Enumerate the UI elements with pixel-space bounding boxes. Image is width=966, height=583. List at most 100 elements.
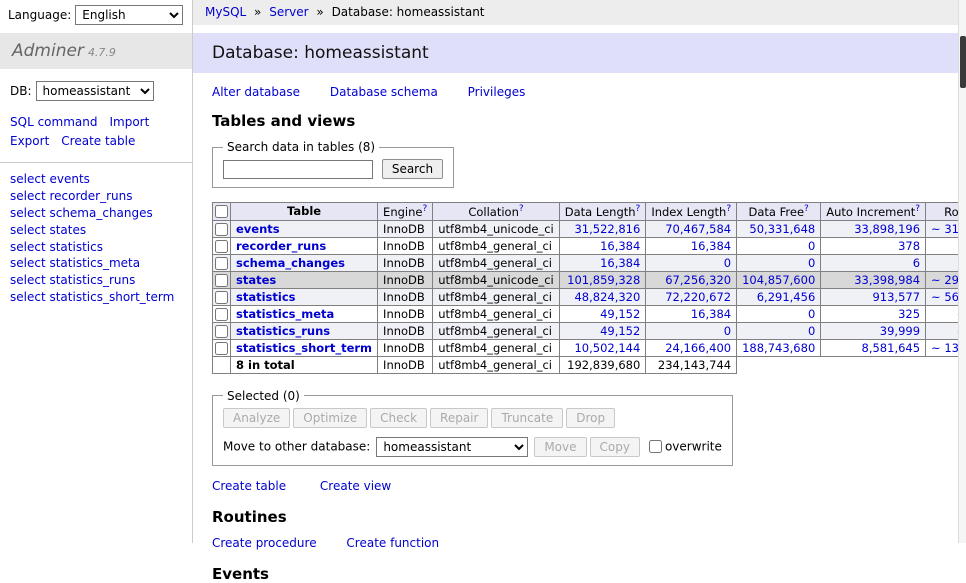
auto-increment-link[interactable]: 8,581,645	[862, 341, 921, 355]
index-length-link[interactable]: 72,220,672	[665, 290, 731, 304]
index-length-link[interactable]: 70,467,584	[665, 222, 731, 236]
overwrite-checkbox[interactable]	[649, 440, 662, 453]
data-free-link[interactable]: 50,331,648	[749, 222, 815, 236]
sidebar-table-link[interactable]: select events	[10, 172, 182, 188]
index-length-link[interactable]: 16,384	[691, 239, 731, 253]
table-name-link[interactable]: statistics_meta	[236, 307, 334, 321]
analyze-button[interactable]: Analyze	[223, 408, 290, 428]
table-name-link[interactable]: states	[236, 273, 276, 287]
table-name-link[interactable]: statistics_runs	[236, 324, 330, 338]
data-length-link[interactable]: 49,152	[600, 324, 640, 338]
auto-increment-link[interactable]: 6	[913, 256, 920, 270]
data-length-link[interactable]: 48,824,320	[574, 290, 640, 304]
data-free-link[interactable]: 104,857,600	[742, 273, 815, 287]
data-length-link[interactable]: 16,384	[600, 256, 640, 270]
alter-database-link[interactable]: Alter database	[212, 85, 300, 99]
help-link[interactable]: ?	[636, 204, 641, 214]
data-free-link[interactable]: 0	[808, 307, 815, 321]
index-length-link[interactable]: 24,166,400	[665, 341, 731, 355]
data-length-link[interactable]: 31,522,816	[574, 222, 640, 236]
row-checkbox[interactable]	[215, 223, 228, 236]
create-table-link-sidebar[interactable]: Create table	[61, 134, 135, 148]
create-view-link[interactable]: Create view	[320, 479, 391, 493]
row-checkbox[interactable]	[215, 342, 228, 355]
database-schema-link[interactable]: Database schema	[330, 85, 438, 99]
data-free-link[interactable]: 6,291,456	[757, 290, 816, 304]
repair-button[interactable]: Repair	[430, 408, 488, 428]
privileges-link[interactable]: Privileges	[468, 85, 526, 99]
help-link[interactable]: ?	[519, 204, 524, 214]
row-checkbox[interactable]	[215, 291, 228, 304]
data-length-link[interactable]: 10,502,144	[574, 341, 640, 355]
search-input[interactable]	[223, 160, 373, 179]
auto-increment-link[interactable]: 33,398,984	[854, 273, 920, 287]
sidebar-table-link[interactable]: select statistics_meta	[10, 256, 182, 272]
table-name-link[interactable]: schema_changes	[236, 256, 345, 270]
table-name-link[interactable]: statistics	[236, 290, 296, 304]
search-button[interactable]: Search	[382, 159, 443, 179]
move-database-select[interactable]: homeassistant	[376, 437, 528, 457]
row-checkbox[interactable]	[215, 240, 228, 253]
table-name-link[interactable]: statistics_short_term	[236, 341, 372, 355]
column-header[interactable]: Auto Increment?	[821, 203, 926, 221]
row-checkbox[interactable]	[215, 274, 228, 287]
auto-increment-link[interactable]: 39,999	[880, 324, 920, 338]
data-free-link[interactable]: 0	[808, 256, 815, 270]
sidebar-table-link[interactable]: select schema_changes	[10, 206, 182, 222]
table-name-link[interactable]: events	[236, 222, 280, 236]
language-select[interactable]: English	[75, 5, 183, 25]
table-name-link[interactable]: recorder_runs	[236, 239, 326, 253]
table-header-row: TableEngine?Collation?Data Length?Index …	[213, 203, 966, 221]
row-checkbox[interactable]	[215, 257, 228, 270]
data-length-cell: 16,384	[559, 254, 646, 271]
column-header[interactable]: Engine?	[378, 203, 433, 221]
move-button[interactable]: Move	[534, 437, 586, 457]
column-header[interactable]: Data Free?	[737, 203, 821, 221]
db-select[interactable]: homeassistant	[36, 81, 154, 101]
data-free-link[interactable]: 0	[808, 324, 815, 338]
import-link[interactable]: Import	[109, 115, 149, 129]
scrollbar[interactable]	[958, 0, 966, 543]
copy-button[interactable]: Copy	[590, 437, 640, 457]
row-checkbox[interactable]	[215, 308, 228, 321]
index-length-link[interactable]: 0	[724, 256, 731, 270]
sidebar-table-link[interactable]: select statistics_short_term	[10, 290, 182, 306]
data-free-link[interactable]: 0	[808, 239, 815, 253]
create-links-row: Create table Create view	[212, 479, 966, 493]
auto-increment-link[interactable]: 913,577	[872, 290, 920, 304]
help-link[interactable]: ?	[915, 204, 920, 214]
help-link[interactable]: ?	[726, 204, 731, 214]
index-length-link[interactable]: 16,384	[691, 307, 731, 321]
drop-button[interactable]: Drop	[566, 408, 615, 428]
create-table-link[interactable]: Create table	[212, 479, 286, 493]
auto-increment-link[interactable]: 33,898,196	[854, 222, 920, 236]
sidebar-table-link[interactable]: select recorder_runs	[10, 189, 182, 205]
data-length-link[interactable]: 101,859,328	[567, 273, 640, 287]
column-header[interactable]: Table	[231, 203, 378, 221]
optimize-button[interactable]: Optimize	[293, 408, 367, 428]
check-button[interactable]: Check	[370, 408, 427, 428]
column-header[interactable]: Index Length?	[646, 203, 737, 221]
breadcrumb-server-link[interactable]: Server	[269, 5, 308, 19]
sql-command-link[interactable]: SQL command	[10, 115, 97, 129]
breadcrumb-mysql-link[interactable]: MySQL	[205, 5, 246, 19]
export-link[interactable]: Export	[10, 134, 49, 148]
sidebar-table-link[interactable]: select states	[10, 223, 182, 239]
data-length-link[interactable]: 49,152	[600, 307, 640, 321]
data-free-link[interactable]: 188,743,680	[742, 341, 815, 355]
auto-increment-link[interactable]: 378	[898, 239, 920, 253]
sidebar-table-link[interactable]: select statistics	[10, 240, 182, 256]
scrollbar-thumb[interactable]	[960, 36, 966, 88]
help-link[interactable]: ?	[422, 204, 427, 214]
truncate-button[interactable]: Truncate	[491, 408, 563, 428]
sidebar-table-link[interactable]: select statistics_runs	[10, 273, 182, 289]
index-length-link[interactable]: 0	[724, 324, 731, 338]
column-header[interactable]: Collation?	[433, 203, 560, 221]
data-length-link[interactable]: 16,384	[600, 239, 640, 253]
index-length-link[interactable]: 67,256,320	[665, 273, 731, 287]
auto-increment-link[interactable]: 325	[898, 307, 920, 321]
select-all-checkbox[interactable]	[215, 205, 228, 218]
column-header[interactable]: Data Length?	[559, 203, 646, 221]
row-checkbox[interactable]	[215, 325, 228, 338]
help-link[interactable]: ?	[804, 204, 809, 214]
